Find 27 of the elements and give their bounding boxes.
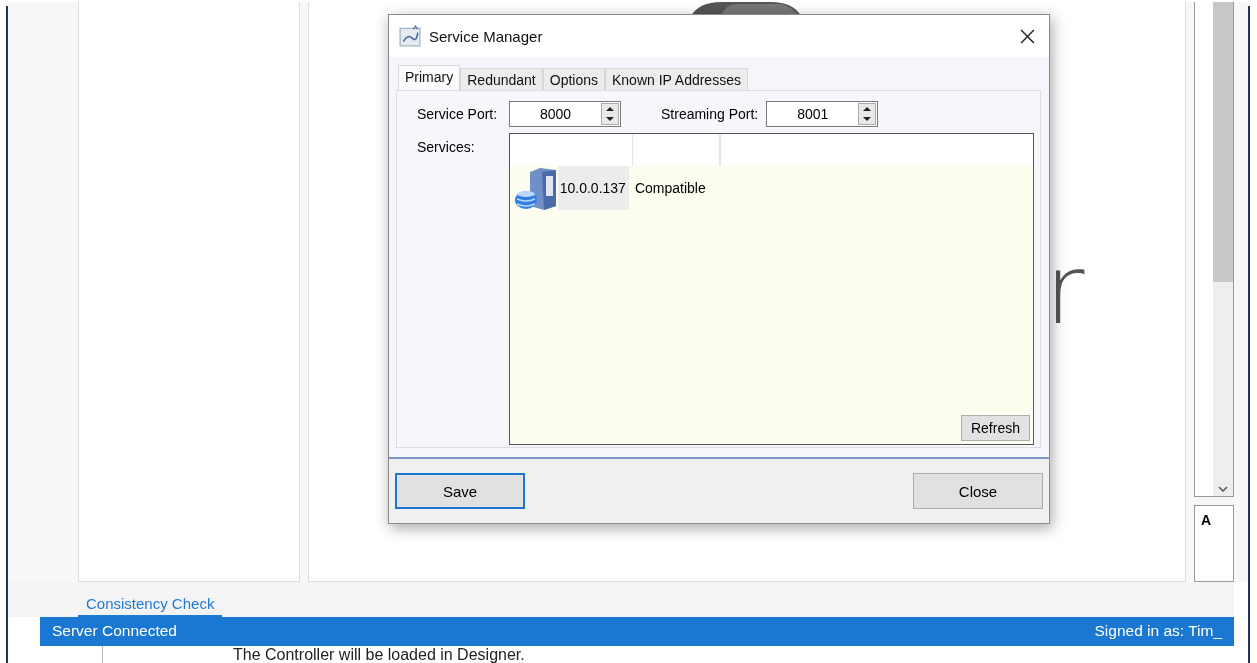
spin-field[interactable]: 8001 (766, 101, 879, 127)
spin-arrows-icon[interactable] (601, 103, 619, 125)
tab[interactable]: Primary (398, 65, 461, 90)
field-label: Service Port: (417, 106, 499, 122)
dialog-button[interactable]: Close (913, 473, 1043, 509)
field-label: Streaming Port: (661, 106, 759, 122)
table-cell[interactable]: 10.0.0.137 (557, 166, 629, 210)
app-icon (399, 25, 421, 47)
dialog-button[interactable]: Save (395, 473, 525, 509)
table-cell: Compatible (634, 180, 706, 196)
dialog-title: Service Manager (429, 27, 544, 45)
chevron-down-icon[interactable] (1218, 485, 1228, 492)
status-text: Server Connected (52, 622, 177, 641)
heading-text: r (1045, 242, 1085, 338)
tab[interactable]: Options (542, 68, 605, 90)
spin-arrows-icon[interactable] (858, 103, 877, 125)
tab[interactable]: Redundant (460, 68, 543, 90)
tab[interactable]: Known IP Addresses (605, 68, 748, 90)
message-text: The Controller will be loaded in Designer. (233, 645, 525, 663)
user-text: Signed in as: Tim_ (1094, 622, 1222, 641)
close-icon[interactable] (1020, 28, 1035, 44)
refresh-button[interactable]: Refresh (960, 415, 1030, 441)
format-label: A (1201, 511, 1212, 528)
scrollbar[interactable] (1213, 2, 1233, 496)
server-database-icon (513, 166, 558, 210)
field-label: Services: (417, 138, 476, 157)
spin-field[interactable]: 8000 (509, 101, 621, 127)
